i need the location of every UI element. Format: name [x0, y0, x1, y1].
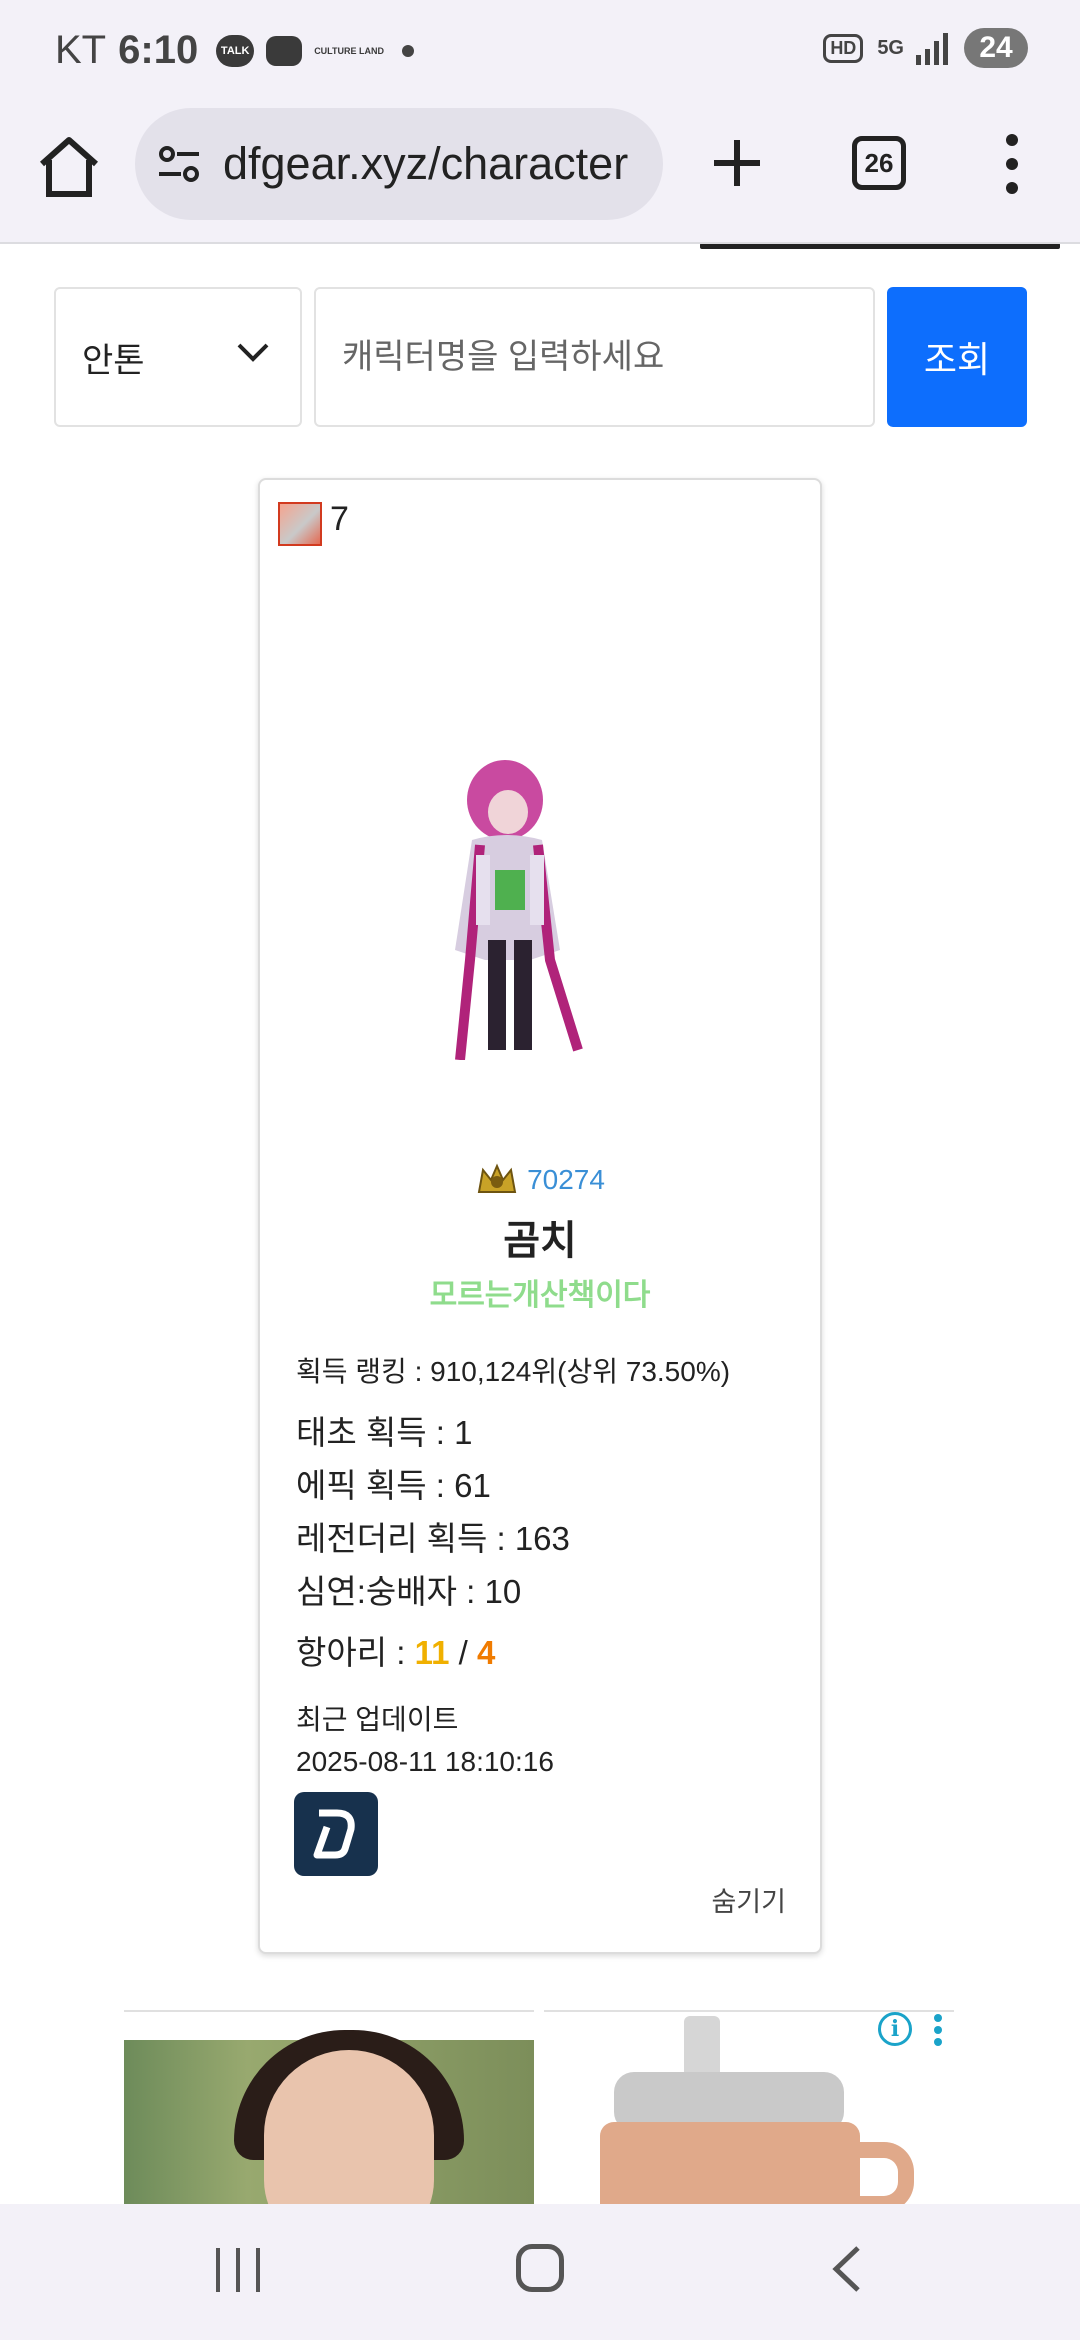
dnf-logo-button[interactable]: [294, 1792, 378, 1876]
address-bar[interactable]: dfgear.xyz/character: [135, 108, 663, 220]
new-tab-icon[interactable]: [704, 130, 770, 196]
character-sprite: [455, 760, 583, 1060]
search-button[interactable]: 조회: [887, 287, 1027, 427]
discord-icon: [266, 35, 303, 66]
ad-photo-woman: [124, 2030, 534, 2204]
more-notifications-icon: [402, 44, 415, 57]
hd-voice-icon: HD: [823, 33, 864, 63]
ad-info-icon[interactable]: i: [878, 2012, 912, 2046]
status-right: HD 5G 24: [823, 28, 1028, 68]
status-left: KT 6:10 TALK CULTURE LAND: [55, 28, 415, 73]
cultureland-icon: CULTURE LAND: [314, 45, 385, 56]
character-card: 7 70274 곰치 모르는개산책이다 획득 랭킹 : 910,124위(상위 …: [258, 478, 822, 1954]
update-label: 최근 업데이트: [296, 1704, 459, 1735]
legendary-count: 레전더리 획득 : 163: [296, 1520, 570, 1557]
fame-row: 70274: [260, 1162, 820, 1198]
fame-value: 70274: [527, 1164, 605, 1195]
jar-count-a: 11: [414, 1634, 450, 1671]
home-icon[interactable]: [36, 134, 102, 200]
recent-apps-icon[interactable]: [216, 2248, 260, 2292]
hide-link[interactable]: 숨기기: [711, 1880, 786, 1919]
ad-cup-handle: [844, 2142, 914, 2204]
nav-home-icon[interactable]: [516, 2244, 564, 2292]
url-text: dfgear.xyz/character: [223, 138, 629, 189]
ad-cup-body: [600, 2122, 860, 2204]
update-time: 2025-08-11 18:10:16: [296, 1746, 554, 1777]
chevron-down-icon: [237, 343, 269, 362]
more-menu-icon[interactable]: [1000, 134, 1024, 194]
tab-switcher-button[interactable]: 26: [852, 136, 906, 190]
clock: 6:10: [118, 28, 199, 72]
kakaotalk-icon: TALK: [216, 34, 255, 67]
class-icon: [278, 502, 322, 546]
server-select-value: 안톤: [82, 341, 145, 380]
adventure-level: 7: [330, 500, 349, 538]
browser-toolbar: dfgear.xyz/character 26: [0, 100, 1080, 244]
ad-image-left[interactable]: [124, 2010, 534, 2204]
abyss-count: 심연:숭배자 : 10: [296, 1573, 522, 1610]
page-header-cut: [700, 244, 1070, 254]
epic-count: 에픽 획득 : 61: [296, 1467, 491, 1504]
acquisition-ranking: 획득 랭킹 : 910,124위(상위 73.50%): [296, 1356, 731, 1387]
character-name: 곰치: [503, 1219, 577, 1263]
site-settings-icon[interactable]: [155, 140, 203, 188]
guild-name: 모르는개산책이다: [429, 1279, 651, 1312]
jar-separator: /: [449, 1634, 477, 1671]
server-select[interactable]: 안톤: [54, 287, 302, 427]
system-nav-bar: [0, 2204, 1080, 2340]
network-5g-icon: 5G: [877, 37, 904, 59]
battery-icon: 24: [964, 28, 1028, 68]
back-icon[interactable]: [826, 2244, 866, 2294]
ad-more-icon[interactable]: [932, 2014, 944, 2046]
fame-crown-icon: [477, 1163, 517, 1193]
status-bar: KT 6:10 TALK CULTURE LAND HD 5G 24: [0, 0, 1080, 100]
jar-label: 항아리 :: [296, 1634, 415, 1671]
dnf-logo-icon: [313, 1809, 355, 1859]
jar-count-b: 4: [477, 1634, 496, 1671]
jar-row: 항아리 : 11 / 4: [296, 1626, 495, 1674]
character-name-input[interactable]: [314, 287, 875, 427]
taecho-count: 태초 획득 : 1: [296, 1414, 473, 1451]
signal-icon: [916, 33, 948, 65]
carrier-label: KT: [55, 28, 107, 72]
